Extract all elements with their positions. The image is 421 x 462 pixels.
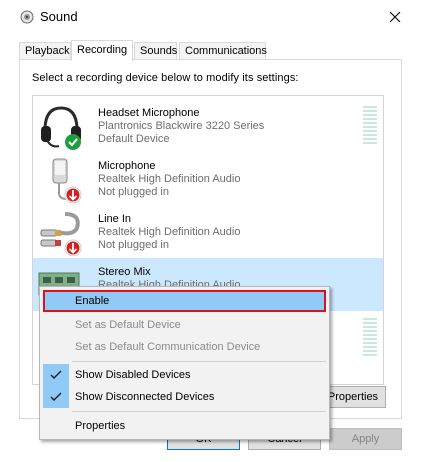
tab-recording[interactable]: Recording [71, 40, 133, 61]
line-in-cable-icon [40, 212, 82, 256]
device-info: Line In Realtek High Definition Audio No… [98, 213, 240, 252]
device-driver: Realtek High Definition Audio [98, 173, 241, 185]
device-info: Headset Microphone Plantronics Blackwire… [98, 107, 264, 146]
checkmark-icon [50, 392, 62, 401]
menu-item-set-default-device[interactable]: Set as Default Device [43, 314, 326, 336]
menu-item-label: Show Disabled Devices [75, 369, 191, 381]
level-meter [363, 318, 377, 358]
menu-item-properties[interactable]: Properties [43, 415, 326, 437]
menu-check [43, 364, 69, 386]
device-status: Not plugged in [98, 239, 169, 251]
context-menu: Enable Set as Default Device Set as Defa… [39, 286, 330, 440]
menu-separator [72, 361, 326, 362]
green-check-badge [65, 134, 81, 150]
instructions-text: Select a recording device below to modif… [32, 72, 299, 84]
menu-item-show-disabled-devices[interactable]: Show Disabled Devices [43, 364, 326, 386]
tab-playback[interactable]: Playback [19, 42, 71, 60]
device-info: Microphone Realtek High Definition Audio… [98, 160, 240, 199]
device-status: Not plugged in [98, 186, 169, 198]
title-bar: Sound [0, 0, 421, 34]
menu-check [43, 386, 69, 408]
tab-communications[interactable]: Communications [179, 42, 267, 60]
speaker-icon [20, 10, 34, 24]
device-name: Line In [98, 213, 132, 225]
checkmark-icon [50, 370, 62, 379]
menu-item-show-disconnected-devices[interactable]: Show Disconnected Devices [43, 386, 326, 408]
microphone-icon [52, 158, 82, 203]
device-name: Stereo Mix [98, 266, 151, 278]
device-headset-microphone[interactable]: Headset Microphone Plantronics Blackwire… [33, 99, 383, 152]
device-status: Default Device [98, 133, 170, 145]
level-meter [363, 106, 377, 146]
device-name: Headset Microphone [98, 107, 200, 119]
close-icon [389, 11, 401, 23]
window-title: Sound [40, 9, 78, 24]
headset-icon [41, 106, 81, 150]
device-microphone[interactable]: Microphone Realtek High Definition Audio… [33, 152, 383, 205]
apply-button[interactable]: Apply [329, 428, 402, 450]
close-button[interactable] [383, 5, 407, 29]
device-name: Microphone [98, 160, 156, 172]
menu-separator [72, 411, 326, 412]
device-line-in[interactable]: Line In Realtek High Definition Audio No… [33, 205, 383, 258]
menu-item-enable[interactable]: Enable [43, 290, 326, 312]
tab-sounds[interactable]: Sounds [134, 42, 177, 60]
device-driver: Plantronics Blackwire 3220 Series [98, 120, 265, 132]
menu-item-label: Show Disconnected Devices [75, 391, 215, 403]
menu-item-set-default-communication-device[interactable]: Set as Default Communication Device [43, 336, 326, 358]
device-driver: Realtek High Definition Audio [98, 226, 241, 238]
